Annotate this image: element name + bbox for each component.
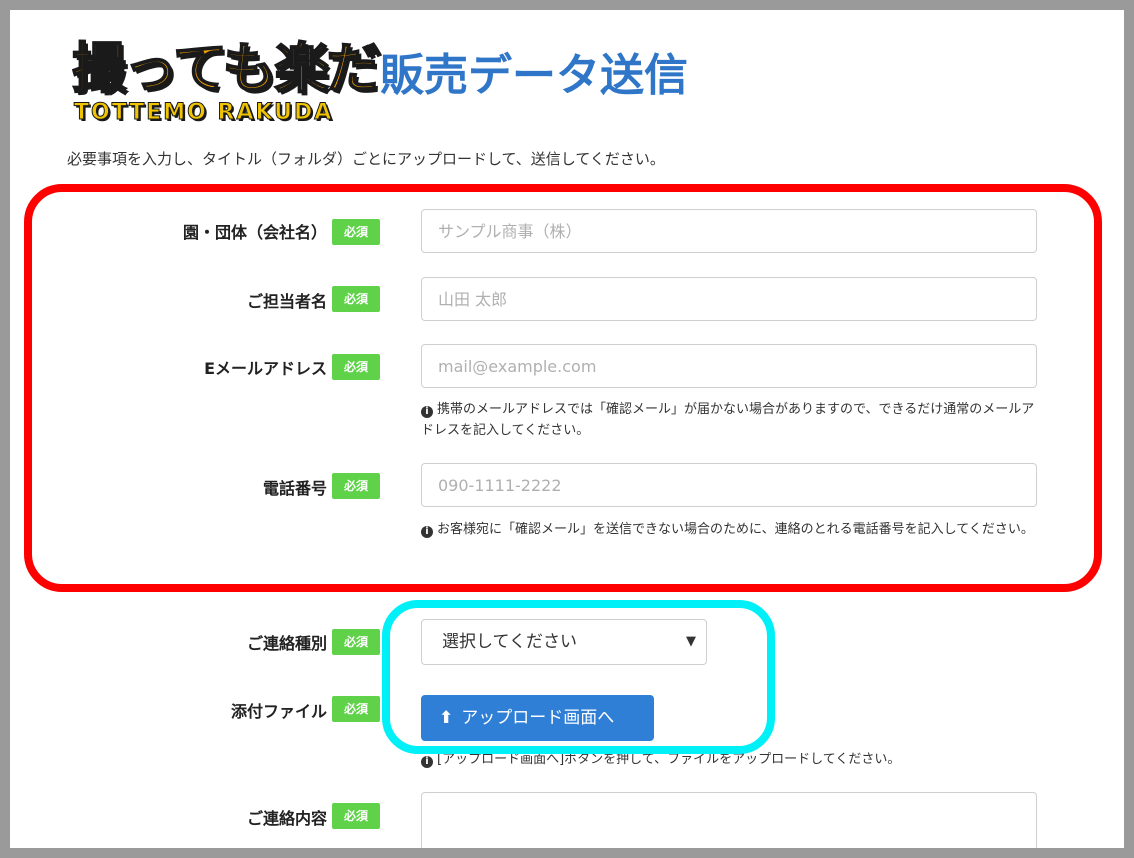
contact-type-label: ご連絡種別 [246,634,327,653]
tottemo-rakuda-logo: 撮っても楽だ TOTTEMO RAKUDA [71,36,382,136]
intro-text: 必要事項を入力し、タイトル（フォルダ）ごとにアップロードして、送信してください。 [67,150,665,168]
cyan-highlight-box [382,600,775,754]
required-badge: 必須 [332,696,380,722]
contact-content-textarea[interactable] [421,792,1037,848]
logo-sub-text: TOTTEMO RAKUDA [74,100,334,126]
info-circle-icon: i [421,756,433,768]
form-page: 撮っても楽だ TOTTEMO RAKUDA 販売データ送信 必要事項を入力し、タ… [10,10,1124,848]
contact-content-label: ご連絡内容 [246,809,327,828]
required-badge: 必須 [332,629,380,655]
red-highlight-box [24,184,1102,592]
attachment-help-text: [アップロード画面へ]ボタンを押して、ファイルをアップロードしてください。 [437,752,901,767]
required-badge: 必須 [332,803,380,829]
page-title: 販売データ送信 [380,50,688,101]
attachment-label: 添付ファイル [230,702,327,721]
logo-main-text: 撮っても楽だ [71,36,382,101]
